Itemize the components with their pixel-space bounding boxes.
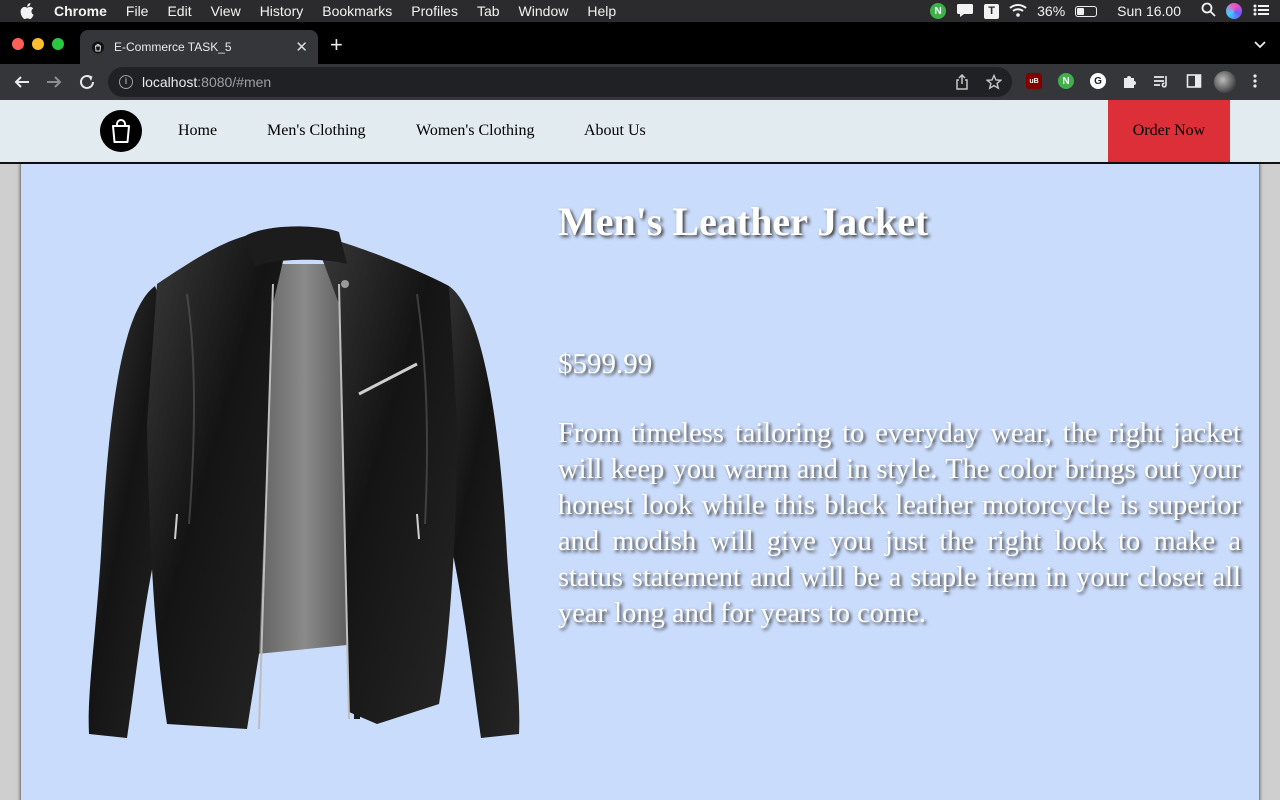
close-window-icon[interactable] — [12, 38, 24, 50]
order-now-button[interactable]: Order Now — [1108, 100, 1230, 162]
search-icon[interactable] — [1201, 2, 1216, 20]
battery-icon[interactable] — [1075, 5, 1098, 17]
battery-level-fill — [1077, 7, 1085, 15]
url-path: :8080/#men — [197, 74, 272, 90]
n-extension-icon[interactable]: N — [1058, 73, 1074, 89]
product-title: Men's Leather Jacket — [558, 199, 929, 244]
siri-icon[interactable] — [1226, 3, 1242, 19]
site-navbar: Home Men's Clothing Women's Clothing Abo… — [0, 100, 1280, 164]
menu-history[interactable]: History — [260, 3, 304, 19]
page-viewport: Home Men's Clothing Women's Clothing Abo… — [0, 100, 1280, 800]
reading-list-icon[interactable] — [1153, 73, 1169, 94]
ublock-icon[interactable]: uB — [1026, 73, 1042, 89]
nav-mens-clothing[interactable]: Men's Clothing — [267, 122, 365, 140]
profile-avatar[interactable] — [1214, 71, 1236, 93]
browser-toolbar: i localhost:8080/#men uB N G — [0, 64, 1280, 100]
t-icon[interactable]: T — [984, 3, 1000, 19]
url-host: localhost — [142, 74, 198, 90]
product-description: From timeless tailoring to everyday wear… — [558, 418, 1241, 629]
product-price: $599.99 — [558, 348, 653, 380]
menu-help[interactable]: Help — [587, 3, 616, 19]
product-image-leather-jacket — [88, 226, 520, 738]
nav-womens-clothing[interactable]: Women's Clothing — [416, 122, 534, 140]
macos-menu-bar: Chrome File Edit View History Bookmarks … — [0, 0, 1280, 22]
tab-close-icon[interactable]: ✕ — [295, 38, 308, 56]
forward-arrow-icon[interactable] — [45, 73, 63, 96]
menu-app-name[interactable]: Chrome — [54, 3, 107, 19]
nav-about-us[interactable]: About Us — [584, 122, 646, 140]
zoom-window-icon[interactable] — [52, 38, 64, 50]
more-menu-icon[interactable] — [1252, 73, 1258, 94]
shopping-bag-icon[interactable] — [100, 110, 142, 152]
n-extension-icon[interactable]: N — [930, 3, 947, 19]
menu-view[interactable]: View — [211, 3, 241, 19]
tab-title: E-Commerce TASK_5 — [114, 40, 232, 54]
menu-window[interactable]: Window — [519, 3, 569, 19]
clock[interactable]: Sun 16.00 — [1117, 3, 1181, 19]
control-center-icon[interactable] — [1252, 3, 1270, 20]
menu-profiles[interactable]: Profiles — [411, 3, 458, 19]
grammarly-icon[interactable]: G — [1090, 73, 1106, 89]
battery-percent: 36% — [1037, 3, 1066, 19]
browser-tab-strip: E-Commerce TASK_5 ✕ + — [0, 22, 1280, 64]
bookmark-star-icon[interactable] — [985, 73, 1003, 95]
wifi-icon[interactable] — [1009, 3, 1027, 20]
reload-icon[interactable] — [78, 73, 96, 96]
menu-file[interactable]: File — [126, 3, 149, 19]
menu-tab[interactable]: Tab — [477, 3, 500, 19]
nav-home[interactable]: Home — [178, 122, 217, 140]
tab-favicon-bag-icon — [92, 41, 104, 54]
share-icon[interactable] — [954, 73, 970, 95]
tab-ecommerce[interactable]: E-Commerce TASK_5 ✕ — [80, 30, 318, 64]
side-panel-icon[interactable] — [1186, 73, 1202, 94]
puzzle-extensions-icon[interactable] — [1122, 73, 1138, 94]
apple-icon[interactable] — [20, 3, 38, 19]
product-card: Men's Leather Jacket $599.99 From timele… — [20, 164, 1260, 800]
address-url: localhost:8080/#men — [142, 74, 271, 90]
site-info-icon[interactable]: i — [119, 75, 133, 89]
new-tab-icon[interactable]: + — [330, 32, 343, 58]
tab-search-chevron-icon[interactable] — [1254, 36, 1266, 54]
window-controls — [12, 38, 64, 50]
notification-icon[interactable] — [956, 3, 974, 20]
menu-bookmarks[interactable]: Bookmarks — [322, 3, 392, 19]
minimize-window-icon[interactable] — [32, 38, 44, 50]
address-bar[interactable]: i localhost:8080/#men — [108, 67, 1012, 97]
menu-edit[interactable]: Edit — [167, 3, 191, 19]
back-arrow-icon[interactable] — [13, 73, 31, 96]
